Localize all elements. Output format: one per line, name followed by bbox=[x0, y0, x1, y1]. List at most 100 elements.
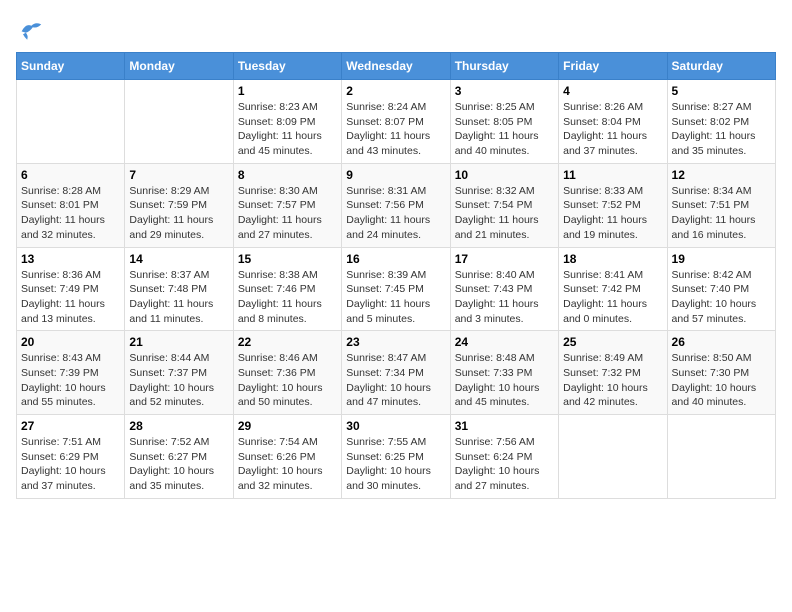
day-info: Sunrise: 8:37 AMSunset: 7:48 PMDaylight:… bbox=[129, 268, 228, 327]
calendar-cell: 28Sunrise: 7:52 AMSunset: 6:27 PMDayligh… bbox=[125, 415, 233, 499]
calendar-cell: 29 Sunrise: 7:54 AMSunset: 6:26 PMDayligh… bbox=[233, 415, 341, 499]
calendar-week-1: 6 Sunrise: 8:28 AMSunset: 8:01 PMDaylight… bbox=[17, 163, 776, 247]
day-number: 28 bbox=[129, 419, 228, 433]
calendar-week-2: 13 Sunrise: 8:36 AMSunset: 7:49 PMDayligh… bbox=[17, 247, 776, 331]
day-header-sunday: Sunday bbox=[17, 53, 125, 80]
day-info: Sunrise: 8:38 AMSunset: 7:46 PMDaylight:… bbox=[238, 268, 337, 327]
day-number: 15 bbox=[238, 252, 337, 266]
day-info: Sunrise: 8:28 AMSunset: 8:01 PMDaylight:… bbox=[21, 184, 120, 243]
calendar-cell: 10 Sunrise: 8:32 AMSunset: 7:54 PMDayligh… bbox=[450, 163, 558, 247]
day-number: 9 bbox=[346, 168, 445, 182]
day-info: Sunrise: 8:32 AMSunset: 7:54 PMDaylight:… bbox=[455, 184, 554, 243]
day-number: 21 bbox=[129, 335, 228, 349]
day-info: Sunrise: 7:51 AMSunset: 6:29 PMDaylight:… bbox=[21, 435, 120, 494]
day-info: Sunrise: 8:39 AMSunset: 7:45 PMDaylight:… bbox=[346, 268, 445, 327]
day-info: Sunrise: 8:46 AMSunset: 7:36 PMDaylight:… bbox=[238, 351, 337, 410]
day-info: Sunrise: 8:33 AMSunset: 7:52 PMDaylight:… bbox=[563, 184, 662, 243]
calendar-cell: 25 Sunrise: 8:49 AMSunset: 7:32 PMDayligh… bbox=[559, 331, 667, 415]
calendar-cell bbox=[17, 80, 125, 164]
calendar-cell: 22 Sunrise: 8:46 AMSunset: 7:36 PMDayligh… bbox=[233, 331, 341, 415]
day-number: 10 bbox=[455, 168, 554, 182]
day-info: Sunrise: 8:31 AMSunset: 7:56 PMDaylight:… bbox=[346, 184, 445, 243]
day-info: Sunrise: 8:43 AMSunset: 7:39 PMDaylight:… bbox=[21, 351, 120, 410]
day-number: 26 bbox=[672, 335, 771, 349]
calendar-cell bbox=[667, 415, 775, 499]
calendar-cell: 21 Sunrise: 8:44 AMSunset: 7:37 PMDayligh… bbox=[125, 331, 233, 415]
calendar-week-4: 27 Sunrise: 7:51 AMSunset: 6:29 PMDayligh… bbox=[17, 415, 776, 499]
calendar-cell: 16 Sunrise: 8:39 AMSunset: 7:45 PMDayligh… bbox=[342, 247, 450, 331]
day-info: Sunrise: 8:30 AMSunset: 7:57 PMDaylight:… bbox=[238, 184, 337, 243]
day-number: 5 bbox=[672, 84, 771, 98]
day-info: Sunrise: 7:54 AMSunset: 6:26 PMDaylight:… bbox=[238, 435, 337, 494]
day-number: 8 bbox=[238, 168, 337, 182]
calendar-cell: 15 Sunrise: 8:38 AMSunset: 7:46 PMDayligh… bbox=[233, 247, 341, 331]
day-info: Sunrise: 8:48 AMSunset: 7:33 PMDaylight:… bbox=[455, 351, 554, 410]
day-info: Sunrise: 8:50 AMSunset: 7:30 PMDaylight:… bbox=[672, 351, 771, 410]
day-info: Sunrise: 8:47 AMSunset: 7:34 PMDaylight:… bbox=[346, 351, 445, 410]
day-number: 22 bbox=[238, 335, 337, 349]
day-number: 16 bbox=[346, 252, 445, 266]
day-info: Sunrise: 8:36 AMSunset: 7:49 PMDaylight:… bbox=[21, 268, 120, 327]
day-number: 19 bbox=[672, 252, 771, 266]
day-info: Sunrise: 8:34 AMSunset: 7:51 PMDaylight:… bbox=[672, 184, 771, 243]
day-info: Sunrise: 8:25 AMSunset: 8:05 PMDaylight:… bbox=[455, 100, 554, 159]
day-number: 14 bbox=[129, 252, 228, 266]
day-info: Sunrise: 8:26 AMSunset: 8:04 PMDaylight:… bbox=[563, 100, 662, 159]
day-header-saturday: Saturday bbox=[667, 53, 775, 80]
day-number: 17 bbox=[455, 252, 554, 266]
day-info: Sunrise: 8:23 AMSunset: 8:09 PMDaylight:… bbox=[238, 100, 337, 159]
day-number: 23 bbox=[346, 335, 445, 349]
day-number: 27 bbox=[21, 419, 120, 433]
calendar-cell: 24Sunrise: 8:48 AMSunset: 7:33 PMDayligh… bbox=[450, 331, 558, 415]
calendar-cell: 23 Sunrise: 8:47 AMSunset: 7:34 PMDayligh… bbox=[342, 331, 450, 415]
day-number: 2 bbox=[346, 84, 445, 98]
day-info: Sunrise: 8:27 AMSunset: 8:02 PMDaylight:… bbox=[672, 100, 771, 159]
day-number: 25 bbox=[563, 335, 662, 349]
day-number: 31 bbox=[455, 419, 554, 433]
day-info: Sunrise: 8:42 AMSunset: 7:40 PMDaylight:… bbox=[672, 268, 771, 327]
calendar-cell: 5 Sunrise: 8:27 AMSunset: 8:02 PMDaylight… bbox=[667, 80, 775, 164]
calendar-cell: 19 Sunrise: 8:42 AMSunset: 7:40 PMDayligh… bbox=[667, 247, 775, 331]
day-header-thursday: Thursday bbox=[450, 53, 558, 80]
calendar-cell bbox=[559, 415, 667, 499]
day-number: 29 bbox=[238, 419, 337, 433]
calendar-table: SundayMondayTuesdayWednesdayThursdayFrid… bbox=[16, 52, 776, 499]
calendar-cell: 18 Sunrise: 8:41 AMSunset: 7:42 PMDayligh… bbox=[559, 247, 667, 331]
day-number: 18 bbox=[563, 252, 662, 266]
logo bbox=[16, 16, 48, 44]
day-info: Sunrise: 7:56 AMSunset: 6:24 PMDaylight:… bbox=[455, 435, 554, 494]
day-number: 13 bbox=[21, 252, 120, 266]
calendar-cell: 11 Sunrise: 8:33 AMSunset: 7:52 PMDayligh… bbox=[559, 163, 667, 247]
day-number: 20 bbox=[21, 335, 120, 349]
day-number: 11 bbox=[563, 168, 662, 182]
day-info: Sunrise: 8:44 AMSunset: 7:37 PMDaylight:… bbox=[129, 351, 228, 410]
day-number: 1 bbox=[238, 84, 337, 98]
calendar-cell: 8 Sunrise: 8:30 AMSunset: 7:57 PMDaylight… bbox=[233, 163, 341, 247]
day-info: Sunrise: 8:49 AMSunset: 7:32 PMDaylight:… bbox=[563, 351, 662, 410]
calendar-cell: 26 Sunrise: 8:50 AMSunset: 7:30 PMDayligh… bbox=[667, 331, 775, 415]
calendar-cell: 6 Sunrise: 8:28 AMSunset: 8:01 PMDaylight… bbox=[17, 163, 125, 247]
calendar-cell: 20 Sunrise: 8:43 AMSunset: 7:39 PMDayligh… bbox=[17, 331, 125, 415]
calendar-cell: 3 Sunrise: 8:25 AMSunset: 8:05 PMDaylight… bbox=[450, 80, 558, 164]
day-number: 12 bbox=[672, 168, 771, 182]
day-header-wednesday: Wednesday bbox=[342, 53, 450, 80]
day-number: 30 bbox=[346, 419, 445, 433]
calendar-cell: 12 Sunrise: 8:34 AMSunset: 7:51 PMDayligh… bbox=[667, 163, 775, 247]
calendar-week-0: 1 Sunrise: 8:23 AMSunset: 8:09 PMDaylight… bbox=[17, 80, 776, 164]
day-header-friday: Friday bbox=[559, 53, 667, 80]
calendar-cell: 14 Sunrise: 8:37 AMSunset: 7:48 PMDayligh… bbox=[125, 247, 233, 331]
calendar-week-3: 20 Sunrise: 8:43 AMSunset: 7:39 PMDayligh… bbox=[17, 331, 776, 415]
calendar-cell: 13 Sunrise: 8:36 AMSunset: 7:49 PMDayligh… bbox=[17, 247, 125, 331]
calendar-cell: 9 Sunrise: 8:31 AMSunset: 7:56 PMDaylight… bbox=[342, 163, 450, 247]
calendar-cell: 31 Sunrise: 7:56 AMSunset: 6:24 PMDayligh… bbox=[450, 415, 558, 499]
calendar-cell: 30Sunrise: 7:55 AMSunset: 6:25 PMDayligh… bbox=[342, 415, 450, 499]
calendar-cell: 1 Sunrise: 8:23 AMSunset: 8:09 PMDaylight… bbox=[233, 80, 341, 164]
calendar-header-row: SundayMondayTuesdayWednesdayThursdayFrid… bbox=[17, 53, 776, 80]
day-number: 6 bbox=[21, 168, 120, 182]
page-header bbox=[16, 16, 776, 44]
day-number: 4 bbox=[563, 84, 662, 98]
calendar-cell bbox=[125, 80, 233, 164]
day-info: Sunrise: 8:41 AMSunset: 7:42 PMDaylight:… bbox=[563, 268, 662, 327]
day-number: 3 bbox=[455, 84, 554, 98]
day-header-tuesday: Tuesday bbox=[233, 53, 341, 80]
